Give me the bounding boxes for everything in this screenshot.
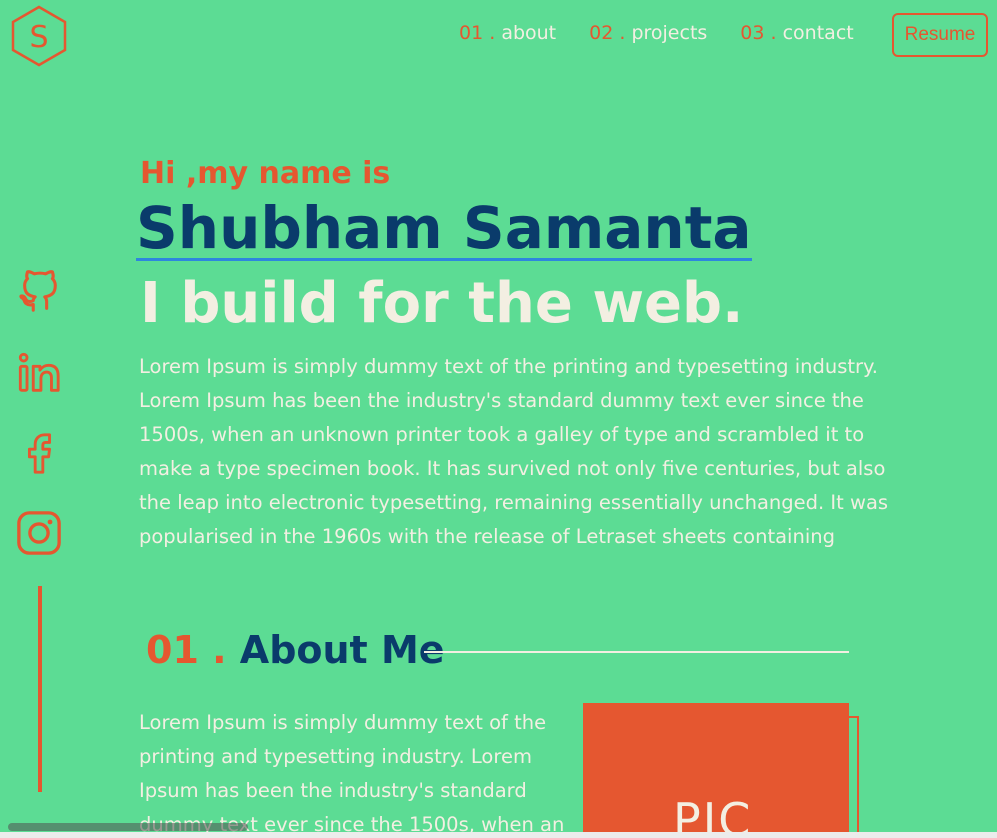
linkedin-icon[interactable] <box>14 348 64 398</box>
instagram-icon[interactable] <box>14 508 64 558</box>
logo-letter: S <box>29 20 48 55</box>
horizontal-scrollbar[interactable] <box>8 823 248 831</box>
sidebar-vertical-line <box>38 586 42 792</box>
nav-contact-num: 03 . <box>740 22 777 44</box>
logo[interactable]: S <box>10 5 68 67</box>
nav-about-label: about <box>501 22 557 44</box>
nav-about-num: 01 . <box>459 22 496 44</box>
nav-contact[interactable]: 03 . contact <box>740 22 853 44</box>
about-heading-title: About Me <box>239 628 445 672</box>
nav-projects[interactable]: 02 . projects <box>589 22 707 44</box>
hexagon-logo-icon: S <box>11 5 67 67</box>
nav-contact-label: contact <box>782 22 854 44</box>
about-heading: 01 . About Me <box>146 624 445 676</box>
nav-projects-label: projects <box>631 22 708 44</box>
profile-picture: PIC <box>583 703 849 838</box>
about-text: Lorem Ipsum is simply dummy text of the … <box>139 711 565 836</box>
social-sidebar <box>14 268 66 588</box>
github-icon[interactable] <box>14 268 64 318</box>
top-nav: 01 . about 02 . projects 03 . contact <box>459 22 887 44</box>
horizontal-scroll-track <box>0 832 997 838</box>
resume-button[interactable]: Resume <box>892 13 988 57</box>
nav-projects-num: 02 . <box>589 22 626 44</box>
about-heading-num: 01 . <box>146 628 227 672</box>
nav-about[interactable]: 01 . about <box>459 22 556 44</box>
hero-intro-text: Lorem Ipsum is simply dummy text of the … <box>139 355 889 548</box>
hero-name: Shubham Samanta <box>136 194 752 262</box>
facebook-icon[interactable] <box>14 428 64 478</box>
about-divider <box>424 651 849 653</box>
hero-tagline: I build for the web. <box>140 271 744 336</box>
hero-greeting: Hi ,my name is <box>140 156 391 191</box>
